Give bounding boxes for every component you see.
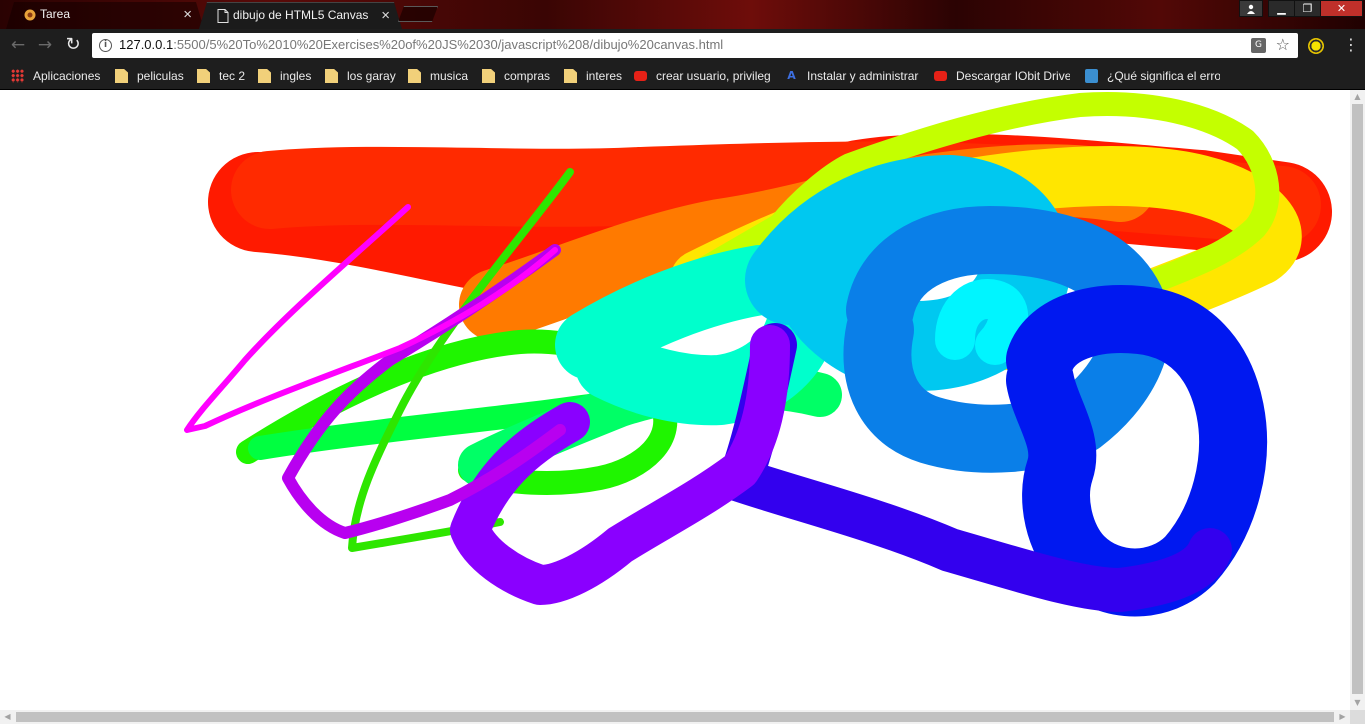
folder-icon <box>325 69 338 83</box>
star-icon[interactable]: ☆ <box>1276 35 1290 54</box>
bookmark-label: tec 2 <box>219 69 246 83</box>
address-bar[interactable]: i 127.0.0.1:5500/5%20To%2010%20Exercises… <box>92 33 1298 58</box>
tarea-favicon-icon <box>24 8 36 22</box>
bookmark-item[interactable]: crear usuario, privileg <box>634 68 772 84</box>
profile-icon[interactable] <box>1239 0 1263 17</box>
tab-dibujo[interactable]: dibujo de HTML5 Canvas × <box>199 2 402 29</box>
forward-arrow-icon[interactable]: → <box>34 34 56 56</box>
bookmark-label: ¿Qué significa el error <box>1107 69 1220 83</box>
page-icon <box>217 9 229 23</box>
vertical-scroll-thumb[interactable] <box>1352 104 1363 694</box>
bookmark-label: peliculas <box>137 69 184 83</box>
close-tab-icon[interactable]: × <box>183 2 192 27</box>
extension-icon[interactable] <box>1308 38 1324 54</box>
bookmark-label: los garay <box>347 69 396 83</box>
browser-window: Tarea × dibujo de HTML5 Canvas × ▁ ❐ ✕ ←… <box>0 0 1365 724</box>
bookmark-item[interactable]: Descargar IObit Driver <box>934 68 1070 84</box>
bookmarks-bar: Aplicaciones peliculas tec 2 ingles los … <box>0 62 1365 90</box>
folder-icon <box>408 69 421 83</box>
canvas-drawing <box>184 92 1332 617</box>
folder-icon <box>258 69 271 83</box>
back-arrow-icon[interactable]: ← <box>7 34 29 56</box>
info-icon[interactable]: i <box>99 39 112 52</box>
tab-tarea[interactable]: Tarea × <box>6 2 204 29</box>
bookmark-label: interes <box>586 69 623 83</box>
menu-icon[interactable]: ⋮ <box>1343 35 1359 54</box>
folder-icon <box>482 69 495 83</box>
url-path: :5500/5%20To%2010%20Exercises%20of%20JS%… <box>173 37 724 52</box>
drawing-canvas[interactable] <box>0 90 1350 710</box>
scroll-down-icon[interactable]: ▼ <box>1350 696 1365 710</box>
a-logo-icon: A <box>787 69 796 82</box>
horizontal-scrollbar[interactable]: ◀ ▶ <box>0 710 1350 724</box>
tab-label: dibujo de HTML5 Canvas <box>233 8 369 22</box>
close-tab-icon[interactable]: × <box>381 3 390 28</box>
restore-button[interactable]: ❐ <box>1294 0 1321 17</box>
new-tab-button[interactable] <box>398 6 438 22</box>
toolbar: ← → ↻ i 127.0.0.1:5500/5%20To%2010%20Exe… <box>0 29 1365 62</box>
bookmark-label: compras <box>504 69 551 83</box>
minimize-button[interactable]: ▁ <box>1268 0 1295 17</box>
tab-label: Tarea <box>40 7 71 21</box>
translate-icon[interactable]: G <box>1251 38 1266 53</box>
title-bar: Tarea × dibujo de HTML5 Canvas × ▁ ❐ ✕ <box>0 0 1365 29</box>
scroll-up-icon[interactable]: ▲ <box>1350 90 1365 104</box>
folder-icon <box>564 69 577 83</box>
bookmark-site-icon <box>1085 69 1098 83</box>
url-host: 127.0.0.1 <box>119 37 174 52</box>
reload-icon[interactable]: ↻ <box>62 34 84 56</box>
youtube-icon <box>634 71 647 81</box>
youtube-icon <box>934 71 947 81</box>
bookmark-label: Descargar IObit Driver <box>956 69 1070 83</box>
window-close-button[interactable]: ✕ <box>1320 0 1363 17</box>
bookmark-label: ingles <box>280 69 312 83</box>
bookmark-label: Instalar y administrar <box>807 69 919 83</box>
folder-icon <box>197 69 210 83</box>
bookmark-label: musica <box>430 69 469 83</box>
scroll-left-icon[interactable]: ◀ <box>0 710 15 724</box>
url-text[interactable]: 127.0.0.1:5500/5%20To%2010%20Exercises%2… <box>119 37 723 52</box>
scroll-right-icon[interactable]: ▶ <box>1335 710 1350 724</box>
vertical-scrollbar[interactable]: ▲ ▼ <box>1350 90 1365 710</box>
bookmark-item[interactable]: A Instalar y administrar <box>785 68 919 84</box>
bookmark-label: Aplicaciones <box>33 69 101 83</box>
bookmark-label: crear usuario, privileg <box>656 69 771 83</box>
folder-icon <box>115 69 128 83</box>
apps-grid-icon <box>11 69 24 83</box>
bookmark-item[interactable]: ¿Qué significa el error <box>1085 68 1220 84</box>
horizontal-scroll-thumb[interactable] <box>16 712 1334 722</box>
scrollbar-corner <box>1350 710 1365 724</box>
